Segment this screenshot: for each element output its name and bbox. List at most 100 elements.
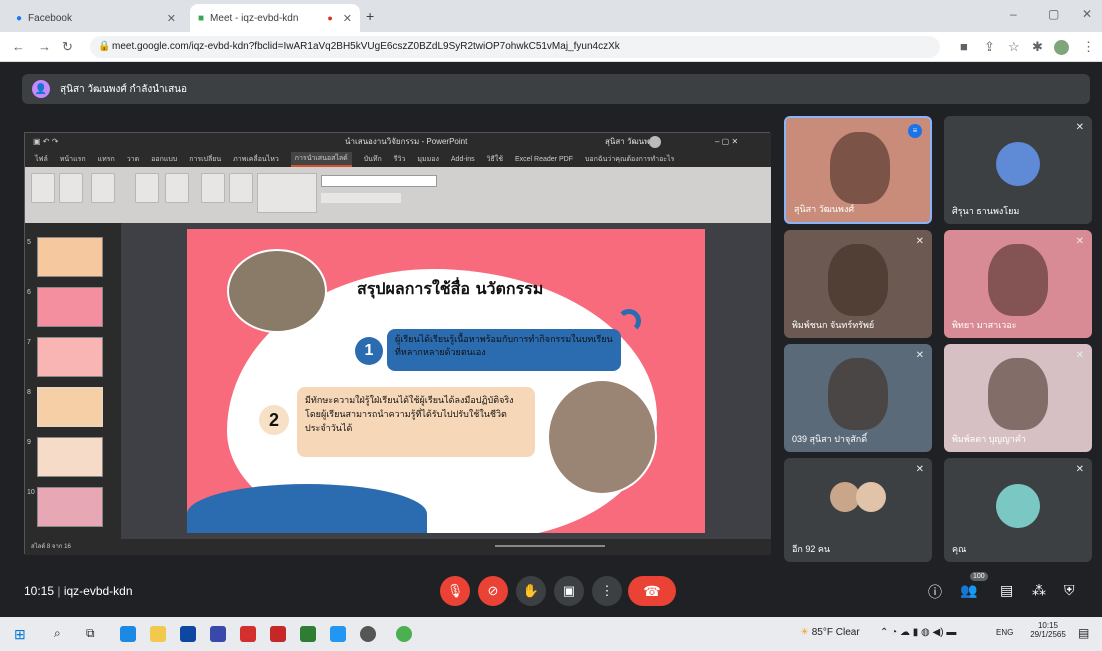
ppt-tab: แทรก [97,155,115,163]
activities-icon[interactable]: ⁂ [1032,582,1046,599]
windows-start-icon[interactable]: ⊞ [14,626,26,643]
new-tab-icon[interactable]: + [366,8,374,24]
share-icon[interactable]: ⇪ [984,39,995,55]
slide-decoration-arc [617,309,641,333]
tab-meet[interactable]: ■ Meet - iqz-evbd-kdn ● ✕ [190,4,360,32]
participant-name: พิมพ์ลดา บุญญาคำ [952,434,1026,444]
slide-thumbnails: 5 6 7 8 9 10 [25,223,121,539]
avatar [996,142,1040,186]
chat-icon[interactable]: ▤ [1000,582,1013,599]
ribbon-button [91,173,115,203]
slide-point-2: มีทักษะความใฝ่รู้ใฝ่เรียนได้ใช้ผู้เรียนไ… [297,387,535,457]
photos-icon[interactable] [210,626,226,642]
ppt-tab: วาด [126,155,140,163]
office-icon-2[interactable] [270,626,286,642]
present-button[interactable]: ▣ [554,576,584,606]
participant-tile[interactable]: สุนิสา วัฒนพงศ์ ≡ [784,116,932,224]
slide-point-1: ผู้เรียนได้เรียนรู้เนื้อหาพร้อมกับการทำก… [387,329,621,371]
slide-photo-children-playing [547,379,657,495]
notifications-icon[interactable]: ▤ [1078,626,1089,640]
camera-icon[interactable]: ■ [960,39,968,54]
participant-tile[interactable]: ศิรุนา ธานพงโยม ✕ [944,116,1092,224]
search-icon[interactable]: ⌕ [54,626,61,641]
url-input[interactable]: 🔒 meet.google.com/iqz-evbd-kdn?fbclid=Iw… [90,36,940,58]
url-text: meet.google.com/iqz-evbd-kdn?fbclid=IwAR… [112,41,620,52]
meet-icon: ■ [198,12,205,24]
ppt-ribbon-tabs: ไฟล์ หน้าแรก แทรก วาด ออกแบบ การเปลี่ยน ภาพเคล… [25,151,771,167]
profile-avatar[interactable] [1054,40,1069,55]
slide-thumbnail[interactable] [37,287,103,327]
participant-tile[interactable]: คุณ ✕ [944,458,1092,562]
ribbon-button [201,173,225,203]
people-icon[interactable]: 👥 [960,582,977,599]
ppt-tab: Excel Reader PDF [515,155,573,163]
ppt-window-controls: – ▢ ✕ [715,137,739,146]
mic-off-button[interactable]: 🎙 [440,576,470,606]
slide-thumbnail[interactable] [37,437,103,477]
line-icon[interactable] [300,626,316,642]
slide-thumbnail[interactable] [37,237,103,277]
info-icon[interactable]: ⓘ [928,582,942,602]
file-explorer-icon[interactable] [150,626,166,642]
reload-icon[interactable]: ↻ [62,39,73,55]
participant-tile[interactable]: พิมพ์ชนก จันทร์ทรัพย์ ✕ [784,230,932,338]
participant-tile[interactable]: พิมพ์ลดา บุญญาคำ ✕ [944,344,1092,452]
close-icon[interactable]: ✕ [167,12,176,25]
ppt-tab: มุมมอง [417,155,439,163]
raise-hand-button[interactable]: ✋ [516,576,546,606]
task-view-icon[interactable]: ⧉ [86,626,95,641]
office-icon[interactable] [240,626,256,642]
leave-call-button[interactable]: ☎ [628,576,676,606]
camera-app-icon[interactable] [330,626,346,642]
recording-dot-icon: ● [327,13,333,23]
ribbon-group [257,173,317,213]
meeting-info: 10:15 | iqz-evbd-kdn [24,584,133,598]
slide-photo-children-reading [227,249,327,333]
slide-thumbnail[interactable] [37,337,103,377]
extensions-icon[interactable]: ✱ [1032,39,1043,55]
mic-muted-icon: ✕ [1075,122,1084,133]
weather-widget[interactable]: ☀ 85°F Clear [800,627,860,638]
host-controls-icon[interactable]: ⛨ [1064,582,1075,599]
bookmark-star-icon[interactable]: ☆ [1008,39,1020,55]
participant-video [988,244,1048,316]
clock[interactable]: 10:15 29/1/2565 [1030,621,1066,639]
avatar [996,484,1040,528]
hand-icon: ✋ [522,583,540,598]
participant-tile[interactable]: อีก 92 คน ✕ [784,458,932,562]
slide-title: สรุปผลการใช้สื่อ นวัตกรรม [357,279,544,298]
edge-icon[interactable] [120,626,136,642]
ppt-tab: ออกแบบ [151,155,178,163]
language-indicator[interactable]: ENG [996,628,1013,637]
facebook-icon: ● [16,12,23,24]
camera-off-icon: ⊘ [487,583,499,598]
maximize-icon[interactable]: ▢ [1048,7,1059,21]
ppt-status-bar: สไลด์ 8 จาก 16 [25,539,771,555]
thumbnail-number: 8 [27,389,31,396]
shared-screen-powerpoint: ▣ ↶ ↷ นำเสนองานวิจัยกรรม - PowerPoint สุ… [24,132,771,555]
system-tray-icons[interactable]: ⌃ ◔ ☁ ▮ ◍ ◀) ▬ [880,627,956,638]
mail-icon[interactable] [180,626,196,642]
close-window-icon[interactable]: ✕ [1082,7,1092,21]
obs-icon[interactable] [360,626,376,642]
save-icon: ▣ ↶ ↷ [33,137,59,146]
tab-facebook[interactable]: ● Facebook ✕ [8,4,184,32]
ribbon-checkbox [321,193,401,203]
minimize-icon[interactable]: – [1010,7,1017,21]
ppt-ribbon [25,167,771,223]
chrome-icon[interactable] [396,626,412,642]
slide-thumbnail[interactable] [37,387,103,427]
slide-thumbnail[interactable] [37,487,103,527]
forward-icon[interactable]: → [38,39,51,54]
camera-off-button[interactable]: ⊘ [478,576,508,606]
participant-name: พิมพ์ชนก จันทร์ทรัพย์ [792,320,875,330]
close-icon[interactable]: ✕ [343,12,352,25]
participant-tile[interactable]: พิทยา มาสาเวอะ ✕ [944,230,1092,338]
people-count-badge: 100 [970,572,988,581]
participant-tile[interactable]: 039 สุนิสา ปาจุสักดิ์ ✕ [784,344,932,452]
meet-stage: 👤 สุนิสา วัฒนพงศ์ กำลังนำเสนอ ▣ ↶ ↷ นำเส… [0,62,1102,617]
back-icon[interactable]: ← [12,39,25,54]
more-options-button[interactable]: ⋮ [592,576,622,606]
menu-dots-icon[interactable]: ⋮ [1082,39,1095,55]
slide-number-2: 2 [259,405,289,435]
